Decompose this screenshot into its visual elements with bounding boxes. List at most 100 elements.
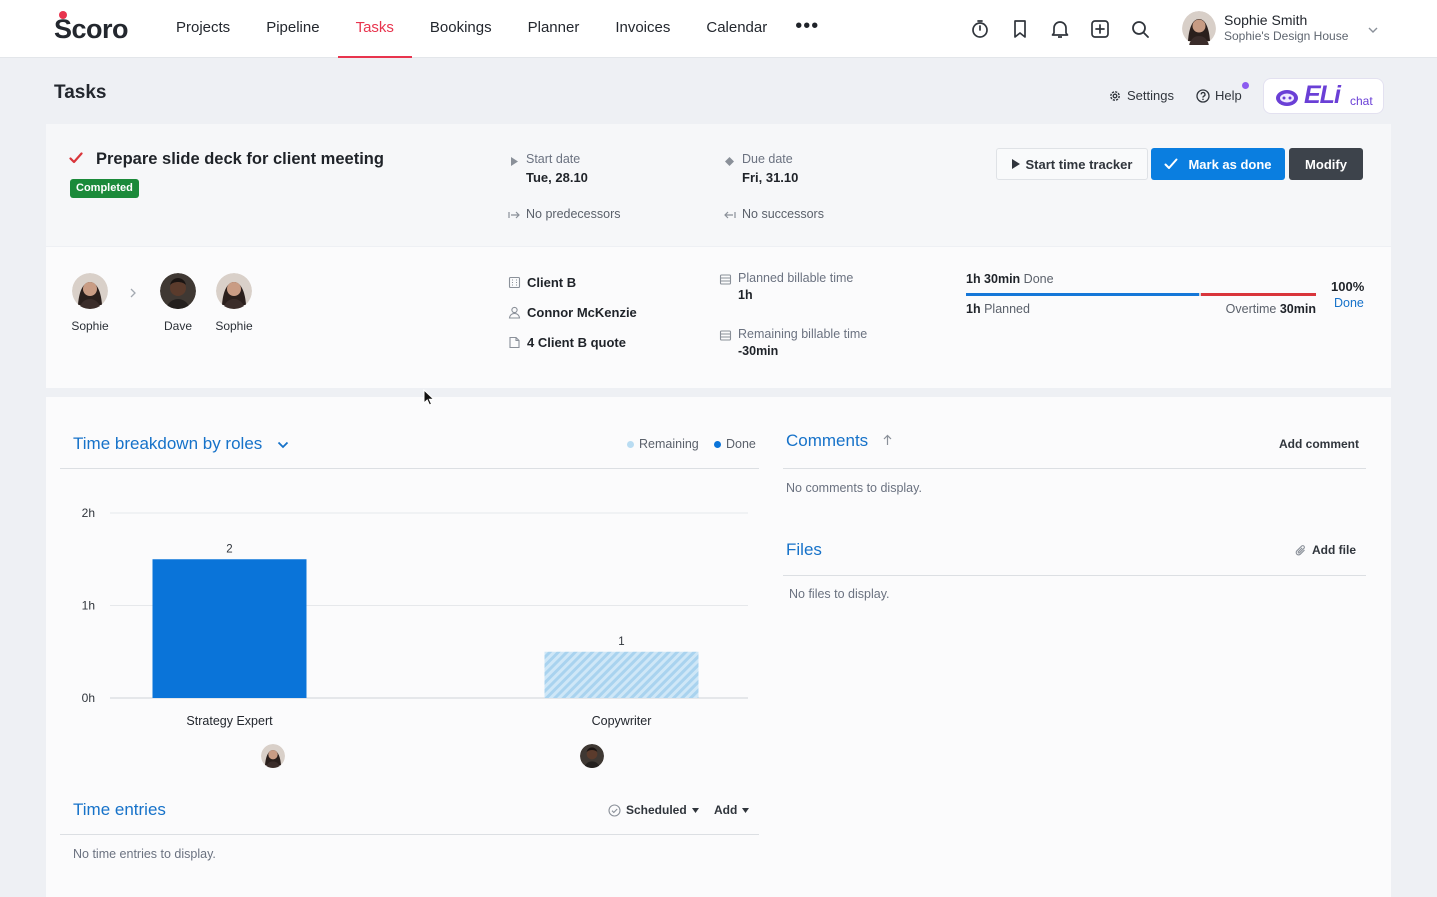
mark-as-done-button[interactable]: Mark as done [1151, 148, 1285, 180]
eli-chat-label: chat [1350, 94, 1373, 108]
top-navigation-bar: Scoro Projects Pipeline Tasks Bookings P… [0, 0, 1437, 58]
x-category-label: Copywriter [592, 714, 652, 728]
top-icons [960, 15, 1160, 43]
nav-item-planner[interactable]: Planner [510, 0, 598, 58]
predecessors-text[interactable]: No predecessors [526, 207, 621, 221]
modify-button[interactable]: Modify [1289, 148, 1363, 180]
add-time-entry-button[interactable]: Add [714, 803, 750, 817]
start-date-value: Tue, 28.10 [526, 170, 588, 185]
progress-done-segment [966, 293, 1199, 296]
bell-icon[interactable] [1040, 15, 1080, 43]
user-company: Sophie's Design House [1224, 29, 1349, 43]
progress-percent: 100% [1331, 279, 1365, 294]
add-file-label: Add file [1312, 543, 1356, 557]
paperclip-icon [1295, 544, 1305, 555]
add-icon[interactable] [1080, 15, 1120, 43]
nav-item-pipeline[interactable]: Pipeline [248, 0, 337, 58]
gear-icon [1110, 90, 1120, 101]
nav-item-bookings[interactable]: Bookings [412, 0, 510, 58]
caret-down-icon [691, 807, 699, 813]
y-tick-label: 2h [82, 506, 95, 520]
time-breakdown-title[interactable]: Time breakdown by roles [73, 434, 289, 454]
avatar [160, 273, 196, 309]
settings-link[interactable]: Settings [1108, 88, 1174, 103]
completed-check-icon [69, 152, 83, 167]
due-date-label: Due date [742, 152, 793, 166]
scheduled-filter[interactable]: Scheduled [608, 803, 699, 817]
breakdown-divider [60, 468, 759, 469]
successors-text[interactable]: No successors [742, 207, 824, 221]
avatar [216, 273, 252, 309]
user-menu[interactable]: Sophie Smith Sophie's Design House [1182, 10, 1382, 48]
eli-chat-button[interactable]: ELi chat [1263, 78, 1384, 114]
contact-link[interactable]: Connor McKenzie [508, 305, 637, 320]
x-category-label: Strategy Expert [186, 714, 273, 728]
nav-item-tasks[interactable]: Tasks [337, 0, 412, 58]
person-sophie-1[interactable]: Sophie [60, 273, 120, 333]
nav-item-calendar[interactable]: Calendar [688, 0, 785, 58]
planned-billable-value: 1h [738, 288, 753, 302]
person-dave[interactable]: Dave [148, 273, 208, 333]
document-icon [509, 336, 520, 349]
bar-strategy-expert [152, 559, 307, 698]
remaining-billable-label: Remaining billable time [738, 327, 868, 341]
project-link[interactable]: 4 Client B quote [508, 335, 626, 350]
y-tick-label: 0h [82, 691, 95, 705]
person-name: Dave [163, 319, 192, 333]
start-time-tracker-button[interactable]: Start time tracker [996, 148, 1148, 180]
start-date-icon [511, 154, 518, 169]
add-comment-button[interactable]: Add comment [1279, 437, 1359, 451]
nav-item-projects[interactable]: Projects [158, 0, 248, 58]
time-breakdown-chart: 0h 1h 2h 2 Strategy Expert 1 Copywriter [82, 506, 748, 728]
client-name: Client B [527, 275, 577, 290]
user-avatar [1182, 11, 1216, 48]
comments-divider [783, 468, 1366, 469]
legend-remaining: Remaining [627, 437, 699, 451]
due-date-icon [725, 154, 734, 169]
time-entries-title: Time entries [73, 800, 166, 819]
predecessor-icon [508, 208, 520, 223]
time-entries-divider [60, 834, 759, 835]
files-empty: No files to display. [789, 587, 890, 601]
files-divider [783, 575, 1366, 576]
nav-item-invoices[interactable]: Invoices [597, 0, 688, 58]
play-icon [1011, 159, 1020, 169]
overtime-word: Overtime [1225, 302, 1277, 316]
task-title: Prepare slide deck for client meeting [96, 150, 384, 168]
help-link[interactable]: Help [1196, 88, 1242, 103]
bar-value-label: 1 [618, 636, 624, 648]
bookmark-icon[interactable] [1000, 15, 1040, 43]
client-link[interactable]: Client B [508, 275, 576, 290]
planned-value: 1h [966, 302, 981, 316]
check-circle-icon [608, 803, 621, 817]
time-breakdown-label: Time breakdown by roles [73, 434, 263, 453]
due-date-value: Fri, 31.10 [742, 170, 799, 185]
bar-value-label: 2 [226, 543, 232, 555]
timer-icon[interactable] [960, 15, 1000, 43]
more-menu-button[interactable]: ••• [785, 0, 829, 58]
start-time-tracker-label: Start time tracker [1025, 156, 1133, 172]
scoro-logo[interactable]: Scoro [54, 11, 129, 45]
avatar [580, 744, 604, 768]
role-avatar-copywriter[interactable] [580, 744, 604, 768]
legend-remaining-label: Remaining [639, 437, 699, 451]
project-name: 4 Client B quote [527, 335, 626, 350]
role-avatar-strategy-expert[interactable] [261, 744, 285, 768]
done-value: 1h 30min [966, 272, 1021, 286]
add-file-button[interactable]: Add file [1295, 543, 1356, 557]
caret-down-icon [742, 807, 750, 813]
person-sophie-2[interactable]: Sophie [204, 273, 264, 333]
search-icon[interactable] [1120, 15, 1160, 43]
logo-dot [59, 11, 67, 19]
eli-bot-icon [1274, 87, 1300, 110]
comments-title[interactable]: Comments [786, 431, 892, 451]
page-title: Tasks [54, 82, 107, 103]
legend-done-swatch [714, 440, 721, 448]
chevron-down-icon [1368, 22, 1378, 37]
legend-remaining-swatch [627, 440, 634, 448]
progress-percent-word: Done [1334, 296, 1364, 310]
mouse-cursor-icon [423, 388, 435, 410]
person-name: Sophie [71, 319, 109, 333]
settings-label: Settings [1127, 88, 1174, 103]
status-badge: Completed [70, 179, 139, 198]
